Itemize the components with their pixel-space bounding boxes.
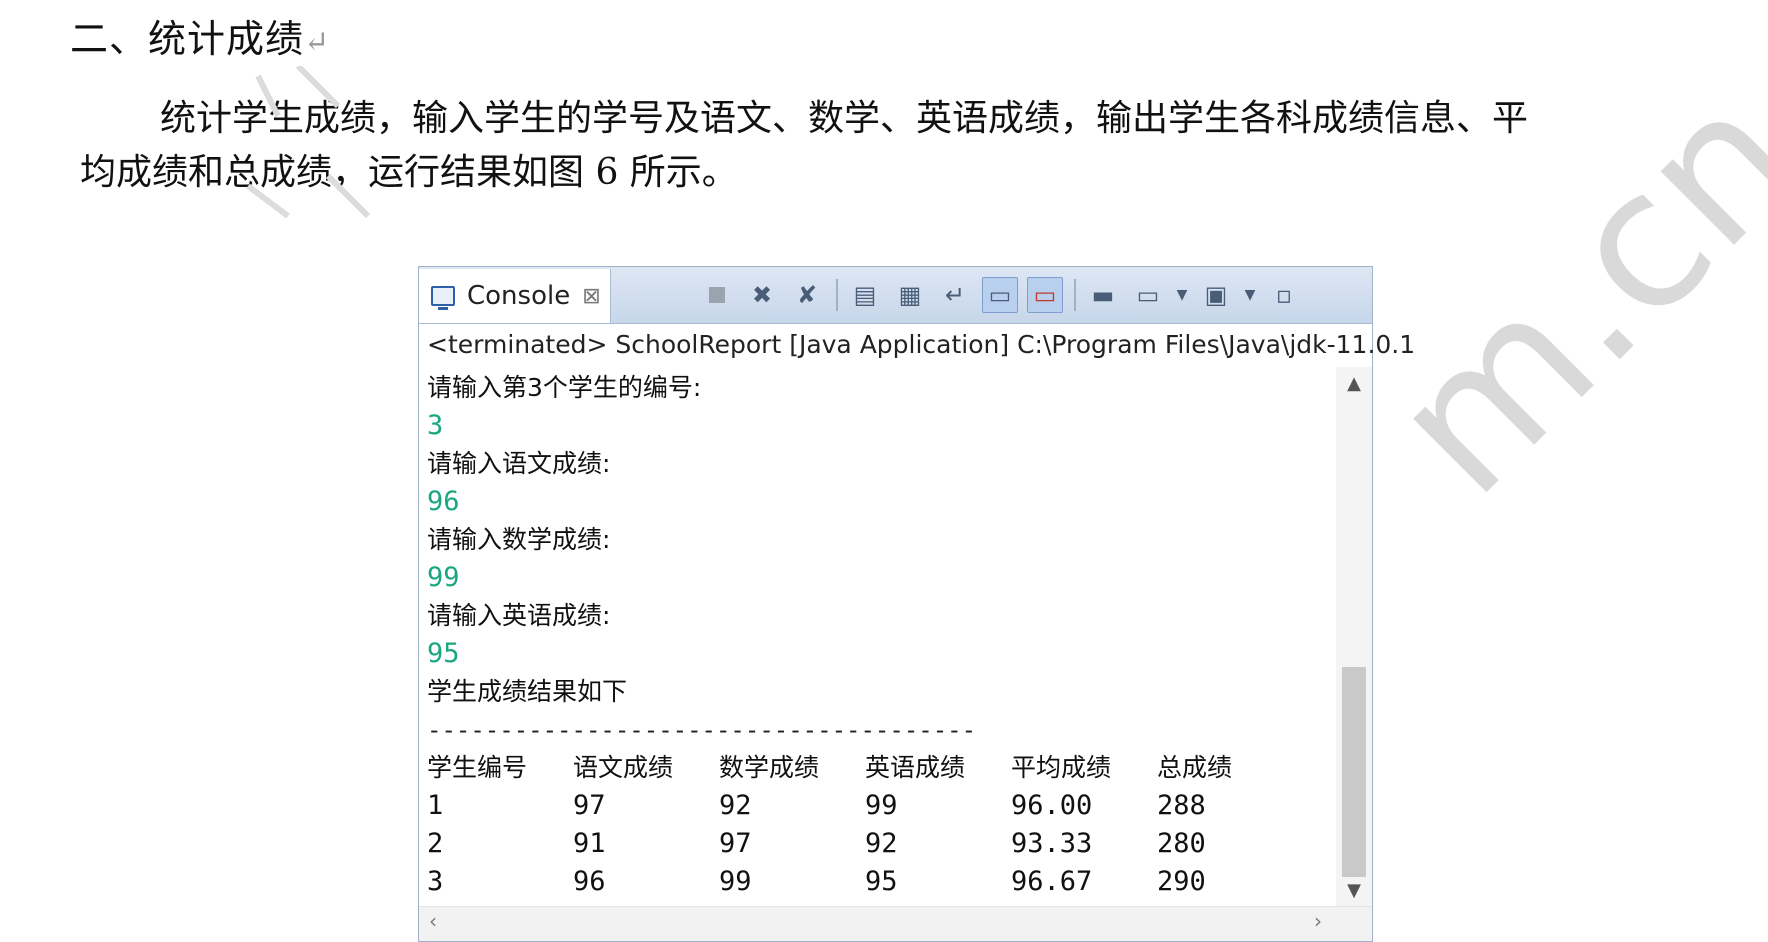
table-cell: 99 xyxy=(719,866,752,897)
table-row: 2 91 97 92 93.33 280 xyxy=(427,825,1337,863)
scroll-right-icon[interactable]: › xyxy=(1314,909,1322,933)
vertical-scrollbar[interactable]: ▲ ▼ xyxy=(1336,367,1372,907)
remove-launch-icon[interactable]: ✖ xyxy=(744,277,780,313)
tab-label: Console xyxy=(467,281,571,311)
table-header: 总成绩 xyxy=(1157,753,1233,782)
table-cell: 96.67 xyxy=(1011,866,1093,897)
chevron-down-icon[interactable]: ▼ xyxy=(1175,277,1189,313)
new-console-icon[interactable]: ▣ xyxy=(1198,277,1234,313)
scroll-lock-icon[interactable]: ▦ xyxy=(892,277,928,313)
toolbar-buttons: ✖ ✘ ▤ ▦ ↵ ▭ ▭ ▬ ▭ ▼ ▣ ▼ ▫ xyxy=(699,275,1311,315)
output-line: 请输入英语成绩: xyxy=(427,601,611,630)
horizontal-scrollbar[interactable]: ‹ › xyxy=(419,906,1372,941)
input-line: 96 xyxy=(427,486,460,517)
table-cell: 290 xyxy=(1157,866,1206,897)
input-line: 3 xyxy=(427,410,444,441)
description-paragraph: 统计学生成绩，输入学生的学号及语文、数学、英语成绩，输出学生各科成绩信息、平 均… xyxy=(80,92,1700,200)
scroll-down-icon[interactable]: ▼ xyxy=(1336,880,1372,901)
table-cell: 288 xyxy=(1157,790,1206,821)
table-cell: 92 xyxy=(719,790,752,821)
input-line: 95 xyxy=(427,638,460,669)
scroll-left-icon[interactable]: ‹ xyxy=(429,909,437,933)
table-cell: 280 xyxy=(1157,828,1206,859)
table-cell: 1 xyxy=(427,790,444,821)
show-on-stderr-icon[interactable]: ▭ xyxy=(1027,277,1063,313)
console-toolbar: Console ⊠ ✖ ✘ ▤ ▦ ↵ ▭ ▭ ▬ ▭ ▼ ▣ ▼ ▫ xyxy=(419,267,1372,324)
table-header: 英语成绩 xyxy=(865,753,966,782)
output-line: 请输入数学成绩: xyxy=(427,525,611,554)
table-cell: 97 xyxy=(573,790,606,821)
table-cell: 96 xyxy=(573,866,606,897)
launch-status: <terminated> SchoolReport [Java Applicat… xyxy=(427,330,1416,359)
paragraph-line-1: 统计学生成绩，输入学生的学号及语文、数学、英语成绩，输出学生各科成绩信息、平 xyxy=(160,98,1529,139)
toolbar-separator xyxy=(1074,279,1076,311)
input-line: 99 xyxy=(427,562,460,593)
word-wrap-icon[interactable]: ↵ xyxy=(937,277,973,313)
console-icon xyxy=(431,286,455,310)
pin-console-icon[interactable]: ▬ xyxy=(1085,277,1121,313)
scroll-up-icon[interactable]: ▲ xyxy=(1336,373,1372,394)
table-cell: 3 xyxy=(427,866,444,897)
toolbar-separator xyxy=(836,279,838,311)
table-header: 学生编号 xyxy=(427,753,528,782)
heading-text: 二、统计成绩 xyxy=(70,17,305,61)
table-cell: 95 xyxy=(865,866,898,897)
output-line: 学生成绩结果如下 xyxy=(427,677,628,706)
section-heading: 二、统计成绩↵ xyxy=(70,8,330,63)
table-cell: 97 xyxy=(719,828,752,859)
table-cell: 92 xyxy=(865,828,898,859)
scrollbar-thumb[interactable] xyxy=(1342,667,1366,877)
output-line: 请输入语文成绩: xyxy=(427,449,611,478)
table-cell: 99 xyxy=(865,790,898,821)
console-output: 请输入第3个学生的编号: 3 请输入语文成绩: 96 请输入数学成绩: 99 请… xyxy=(427,369,1337,901)
table-header-row: 学生编号 语文成绩 数学成绩 英语成绩 平均成绩 总成绩 xyxy=(427,749,1337,787)
output-line: 请输入第3个学生的编号: xyxy=(427,373,702,402)
table-row: 3 96 99 95 96.67 290 xyxy=(427,863,1337,901)
table-header: 语文成绩 xyxy=(573,753,674,782)
clear-console-icon[interactable]: ▤ xyxy=(847,277,883,313)
table-row: 1 97 92 99 96.00 288 xyxy=(427,787,1337,825)
minimize-icon[interactable]: ▫ xyxy=(1266,277,1302,313)
remove-all-icon[interactable]: ✘ xyxy=(789,277,825,313)
show-on-stdout-icon[interactable]: ▭ xyxy=(982,277,1018,313)
table-cell: 2 xyxy=(427,828,444,859)
separator-line: -------------------------------------- xyxy=(427,716,977,744)
table-cell: 91 xyxy=(573,828,606,859)
table-header: 数学成绩 xyxy=(719,753,820,782)
tab-console[interactable]: Console ⊠ xyxy=(419,269,611,323)
table-header: 平均成绩 xyxy=(1011,753,1112,782)
chevron-down-icon[interactable]: ▼ xyxy=(1243,277,1257,313)
table-cell: 93.33 xyxy=(1011,828,1093,859)
close-tab-icon[interactable]: ⊠ xyxy=(582,284,600,309)
table-cell: 96.00 xyxy=(1011,790,1093,821)
paragraph-line-2: 均成绩和总成绩，运行结果如图 6 所示。 xyxy=(80,152,738,193)
display-console-icon[interactable]: ▭ xyxy=(1130,277,1166,313)
terminate-icon[interactable] xyxy=(699,277,735,313)
return-mark-icon: ↵ xyxy=(304,25,331,60)
console-view: Console ⊠ ✖ ✘ ▤ ▦ ↵ ▭ ▭ ▬ ▭ ▼ ▣ ▼ ▫ <ter… xyxy=(418,266,1415,942)
